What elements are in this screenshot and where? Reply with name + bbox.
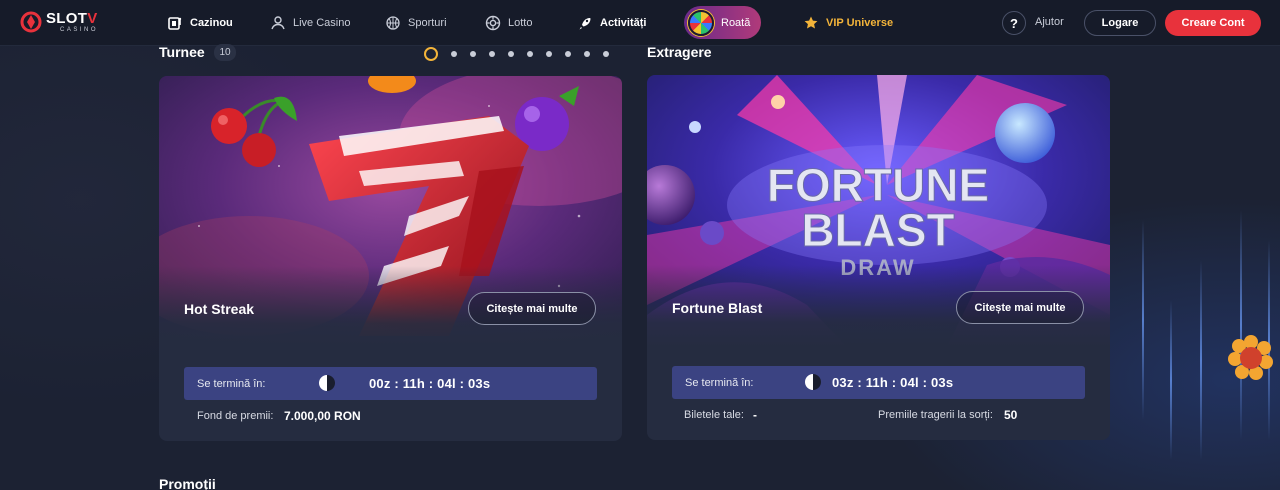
nav-item-label: Sporturi [408, 17, 447, 29]
nav-item-label: Roată [721, 16, 751, 29]
read-more-button[interactable]: Citește mai multe [956, 291, 1084, 324]
carousel-dot[interactable] [489, 51, 495, 57]
prize-pool-label: Fond de premii: [197, 410, 274, 422]
nav-item-label: Live Casino [293, 17, 351, 29]
carousel-dot[interactable] [527, 51, 533, 57]
star-icon [804, 16, 818, 29]
lotto-ball-icon [485, 15, 501, 31]
carousel-dot[interactable] [565, 51, 571, 57]
tournament-name: Hot Streak [184, 301, 255, 317]
logo-mark-icon [20, 11, 42, 33]
register-button[interactable]: Creare Cont [1165, 10, 1261, 36]
countdown-bar: Se termină în: 00z : 11h : 04l : 03s [184, 367, 597, 400]
nav-item-label: Activități [600, 17, 647, 29]
tickets-label: Biletele tale: [684, 409, 744, 421]
nav-item-label: Lotto [508, 17, 533, 29]
nav-item-label: VIP Universe [826, 17, 894, 29]
carousel-dot[interactable] [546, 51, 552, 57]
draw-prizes-label: Premiile tragerii la sorți: [878, 409, 993, 421]
promotions-title: Promoții [159, 476, 216, 490]
basketball-icon [386, 16, 400, 30]
draw-name: Fortune Blast [672, 300, 763, 316]
nav-item-wheel[interactable]: Roată [684, 6, 761, 39]
live-dealer-icon [271, 16, 285, 30]
nav-item-sports[interactable]: Sporturi [385, 0, 447, 46]
nav-item-activities[interactable]: Activități [577, 0, 646, 46]
help-link[interactable]: Ajutor [1035, 16, 1064, 28]
tickets-value: - [753, 408, 757, 422]
countdown-value: 03z : 11h : 04l : 03s [832, 375, 954, 390]
nav-item-label: Cazinou [190, 17, 233, 29]
carousel-dot[interactable] [584, 51, 590, 57]
nav-item-live-casino[interactable]: Live Casino [270, 0, 350, 46]
logo-text: SLOT [46, 10, 88, 27]
wheel-icon [688, 9, 714, 36]
login-button[interactable]: Logare [1084, 10, 1156, 36]
prize-pool-value: 7.000,00 RON [284, 409, 361, 423]
timer-moon-icon [319, 375, 335, 391]
carousel-dot[interactable] [603, 51, 609, 57]
tournaments-count-badge: 10 [214, 44, 236, 61]
logo-accent: V [87, 10, 98, 27]
nav-item-lotto[interactable]: Lotto [485, 0, 532, 46]
draws-title: Extragere [647, 44, 712, 60]
ends-in-label: Se termină în: [685, 376, 754, 389]
read-more-button[interactable]: Citește mai multe [468, 292, 596, 325]
ends-in-label: Se termină în: [197, 377, 266, 390]
top-navigation: SLOTV CASINO Cazinou Live Casino Sportur… [0, 0, 1280, 46]
carousel-dot[interactable] [470, 51, 476, 57]
tournament-card[interactable]: Hot Streak Citește mai multe Se termină … [159, 76, 622, 441]
carousel-dot[interactable] [451, 51, 457, 57]
timer-moon-icon [805, 374, 821, 390]
nav-item-casino[interactable]: Cazinou [167, 0, 233, 46]
carousel-pagination [424, 47, 609, 61]
countdown-bar: Se termină în: 03z : 11h : 04l : 03s [672, 366, 1085, 399]
casino-icon [168, 17, 182, 30]
help-icon[interactable]: ? [1002, 11, 1026, 35]
slotv-logo[interactable]: SLOTV CASINO [20, 11, 98, 33]
logo-subtitle: CASINO [60, 27, 99, 33]
nav-item-vip-universe[interactable]: VIP Universe [803, 0, 893, 46]
carousel-dot[interactable] [424, 47, 438, 61]
carousel-dot[interactable] [508, 51, 514, 57]
countdown-value: 00z : 11h : 04l : 03s [369, 376, 491, 391]
draw-card[interactable]: FORTUNE BLAST DRAW Fortune Blast Citește… [647, 75, 1110, 440]
tournaments-title: Turnee [159, 44, 205, 60]
draw-prizes-value: 50 [1004, 408, 1018, 422]
banner-title-line2: BLAST [801, 204, 954, 256]
sunflower-decoration [1228, 335, 1273, 380]
rocket-icon [579, 18, 591, 30]
